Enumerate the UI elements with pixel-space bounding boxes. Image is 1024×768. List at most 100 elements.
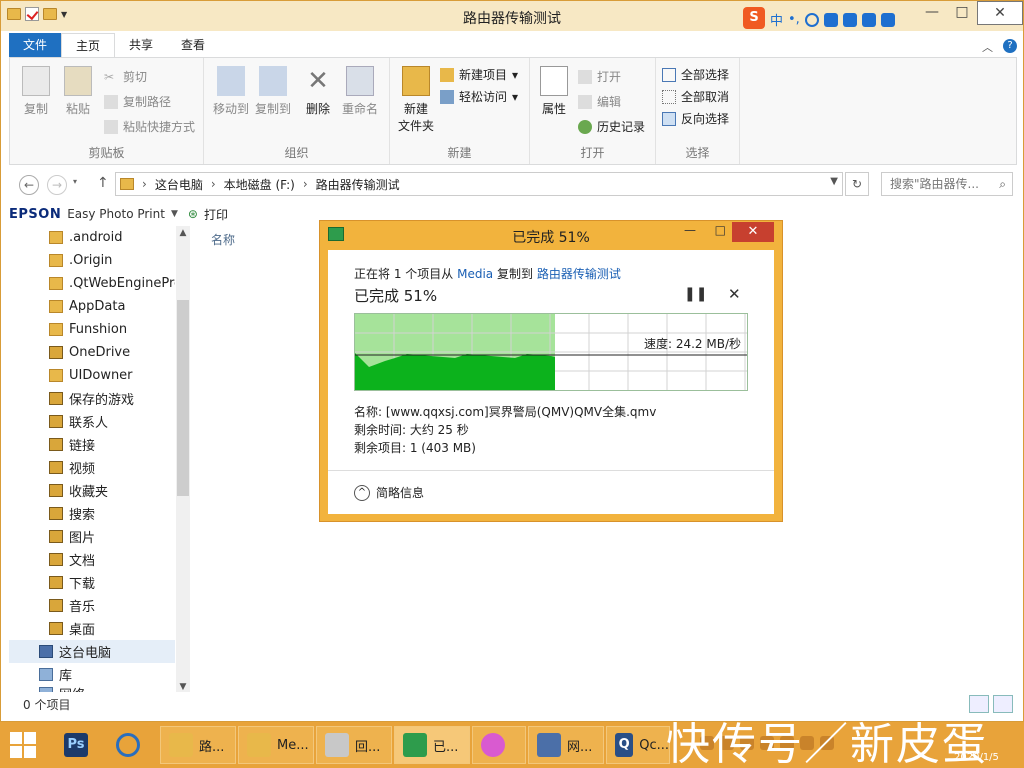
progress-label: 已完成 51%: [354, 287, 438, 305]
nav-item[interactable]: 链接: [9, 433, 175, 456]
new-folder-button[interactable]: 新建 文件夹: [396, 66, 436, 134]
minimize-button[interactable]: —: [917, 1, 947, 25]
nav-item-network[interactable]: 网络: [9, 686, 175, 692]
copy-path-button[interactable]: 复制路径: [104, 93, 171, 110]
forward-button[interactable]: →: [47, 175, 67, 195]
taskbar-recycle-bin[interactable]: 回...: [316, 726, 392, 764]
nav-item[interactable]: 搜索: [9, 502, 175, 525]
destination-link[interactable]: 路由器传输测试: [537, 267, 621, 281]
tab-home[interactable]: 主页: [61, 33, 116, 57]
scroll-up-icon[interactable]: ▲: [176, 228, 190, 238]
edit-button[interactable]: 编辑: [578, 93, 621, 110]
breadcrumb-drive[interactable]: 本地磁盘 (F:): [224, 176, 295, 193]
nav-item[interactable]: 视频: [9, 456, 175, 479]
copy-button[interactable]: 复制: [18, 66, 54, 117]
history-button[interactable]: 历史记录: [578, 118, 645, 135]
taskbar-photoshop[interactable]: Ps: [56, 726, 100, 764]
pause-button[interactable]: ❚❚: [684, 286, 707, 302]
toolbox-icon[interactable]: [880, 12, 895, 27]
taskbar-network[interactable]: 网...: [528, 726, 604, 764]
maximize-button[interactable]: □: [947, 1, 977, 25]
taskbar-copy-progress[interactable]: 已...: [394, 726, 470, 764]
refresh-button[interactable]: ↻: [845, 172, 869, 196]
epson-dropdown-icon[interactable]: ▼: [171, 209, 178, 219]
address-field[interactable]: › 这台电脑 › 本地磁盘 (F:) › 路由器传输测试 ▼: [115, 172, 843, 196]
scroll-down-icon[interactable]: ▼: [176, 682, 190, 692]
mic-icon[interactable]: [823, 12, 838, 27]
open-button[interactable]: 打开: [578, 68, 621, 85]
select-none-button[interactable]: 全部取消: [662, 88, 729, 105]
nav-item[interactable]: 联系人: [9, 410, 175, 433]
nav-item[interactable]: 收藏夹: [9, 479, 175, 502]
close-button[interactable]: ✕: [977, 1, 1023, 25]
scroll-thumb[interactable]: [177, 300, 189, 496]
select-all-button[interactable]: 全部选择: [662, 66, 729, 83]
new-item-button[interactable]: 新建项目 ▾: [440, 66, 518, 83]
nav-item-library[interactable]: 库: [9, 663, 175, 686]
taskbar-explorer-2[interactable]: Me...: [238, 726, 314, 764]
source-link[interactable]: Media: [457, 267, 493, 281]
column-header-name[interactable]: 名称: [211, 231, 235, 248]
taskbar-explorer-1[interactable]: 路...: [160, 726, 236, 764]
rename-button[interactable]: 重命名: [338, 66, 382, 117]
cut-button[interactable]: ✂ 剪切: [104, 68, 147, 85]
skin-icon[interactable]: [861, 12, 876, 27]
nav-item[interactable]: 保存的游戏: [9, 387, 175, 410]
delete-button[interactable]: ✕ 删除: [300, 66, 336, 117]
breadcrumb-this-pc[interactable]: 这台电脑: [155, 176, 203, 193]
collapse-ribbon-icon[interactable]: ︿: [982, 39, 993, 55]
sogou-logo-icon[interactable]: S: [743, 7, 765, 29]
paste-button[interactable]: 粘贴: [60, 66, 96, 117]
keyboard-icon[interactable]: [842, 12, 857, 27]
breadcrumb-folder[interactable]: 路由器传输测试: [316, 176, 400, 193]
recent-dropdown-icon[interactable]: ▾: [73, 177, 77, 186]
search-input[interactable]: 搜索"路由器传... ⌕: [881, 172, 1013, 196]
nav-item[interactable]: AppData: [9, 295, 175, 318]
nav-item[interactable]: Funshion: [9, 318, 175, 341]
nav-item[interactable]: .Origin: [9, 249, 175, 272]
large-icons-view-icon[interactable]: [993, 695, 1013, 713]
emoji-icon[interactable]: [804, 12, 819, 27]
tab-view[interactable]: 查看: [167, 33, 219, 57]
nav-item[interactable]: 图片: [9, 525, 175, 548]
move-to-button[interactable]: 移动到: [210, 66, 252, 117]
ime-punct[interactable]: •,: [788, 12, 800, 27]
address-dropdown-icon[interactable]: ▼: [830, 176, 838, 187]
nav-item[interactable]: .QtWebEngineProc: [9, 272, 175, 295]
easy-photo-print-button[interactable]: Easy Photo Print: [67, 207, 165, 221]
nav-item[interactable]: UIDowner: [9, 364, 175, 387]
paste-shortcut-button[interactable]: 粘贴快捷方式: [104, 118, 195, 135]
cancel-button[interactable]: ✕: [728, 285, 741, 303]
group-label: 组织: [284, 146, 309, 160]
up-button[interactable]: ↑: [97, 175, 109, 191]
taskbar-app-colorful[interactable]: [472, 726, 526, 764]
taskbar-qc[interactable]: Q Qc...: [606, 726, 670, 764]
dialog-maximize-button[interactable]: □: [715, 223, 726, 237]
easy-access-button[interactable]: 轻松访问 ▾: [440, 88, 518, 105]
invert-selection-button[interactable]: 反向选择: [662, 110, 729, 127]
properties-button[interactable]: 属性: [536, 66, 572, 117]
copy-to-button[interactable]: 复制到: [252, 66, 294, 117]
start-button[interactable]: [10, 732, 36, 758]
ime-toolbar[interactable]: S 中 •,: [743, 7, 895, 29]
print-button[interactable]: 打印: [204, 206, 228, 223]
nav-item[interactable]: 桌面: [9, 617, 175, 640]
dialog-close-button[interactable]: ✕: [732, 222, 774, 242]
nav-item-this-pc[interactable]: 这台电脑: [9, 640, 175, 663]
nav-item[interactable]: 音乐: [9, 594, 175, 617]
recycle-bin-icon: [325, 733, 349, 757]
epson-logo[interactable]: EPSON: [9, 207, 61, 222]
ime-lang[interactable]: 中: [770, 10, 783, 29]
taskbar-browser[interactable]: [108, 726, 152, 764]
nav-item[interactable]: .android: [9, 226, 175, 249]
less-info-toggle[interactable]: ^ 简略信息: [354, 484, 424, 501]
tab-file[interactable]: 文件: [9, 33, 62, 57]
tab-share[interactable]: 共享: [115, 33, 167, 57]
help-icon[interactable]: ?: [1003, 39, 1017, 53]
back-button[interactable]: ←: [19, 175, 39, 195]
dialog-minimize-button[interactable]: —: [684, 223, 696, 237]
nav-item[interactable]: 文档: [9, 548, 175, 571]
nav-item[interactable]: 下载: [9, 571, 175, 594]
nav-item[interactable]: OneDrive: [9, 341, 175, 364]
nav-scrollbar[interactable]: ▲ ▼: [176, 226, 190, 692]
